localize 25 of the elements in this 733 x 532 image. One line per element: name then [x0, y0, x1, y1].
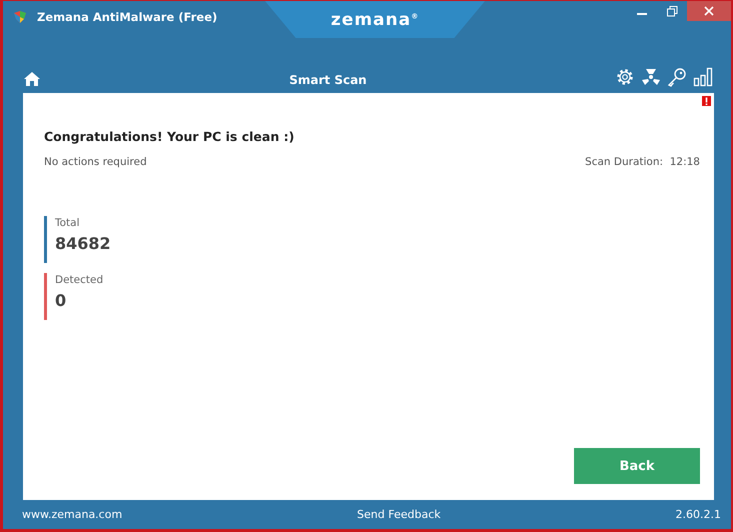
close-button[interactable]: [687, 1, 731, 21]
page-title: Smart Scan: [288, 73, 368, 87]
result-heading: Congratulations! Your PC is clean :): [44, 129, 296, 144]
settings-icon[interactable]: [615, 67, 635, 87]
result-subtitle: No actions required: [44, 156, 147, 168]
minimize-icon: [637, 13, 647, 15]
stat-label: Detected: [55, 274, 104, 286]
key-icon[interactable]: [667, 67, 687, 87]
stat-value: 84682: [55, 234, 112, 253]
window-title: Zemana AntiMalware (Free): [37, 10, 218, 24]
stat-value: 0: [55, 291, 68, 310]
home-icon[interactable]: [23, 71, 41, 87]
radiation-icon[interactable]: [641, 68, 661, 86]
app-logo-icon: [13, 10, 27, 24]
feedback-link[interactable]: Send Feedback: [357, 508, 441, 521]
website-link[interactable]: www.zemana.com: [22, 508, 122, 521]
brand-logo: zemana$^{®}$: [330, 10, 420, 30]
version-text: 2.60.2.1: [676, 508, 721, 521]
back-button[interactable]: Back: [574, 448, 700, 484]
bar-chart-icon[interactable]: [693, 67, 713, 87]
restore-icon: [666, 6, 678, 16]
alert-icon[interactable]: [702, 96, 711, 106]
close-icon: [704, 6, 714, 16]
scan-duration: Scan Duration: 12:18: [585, 156, 700, 168]
stat-label: Total: [55, 217, 81, 229]
